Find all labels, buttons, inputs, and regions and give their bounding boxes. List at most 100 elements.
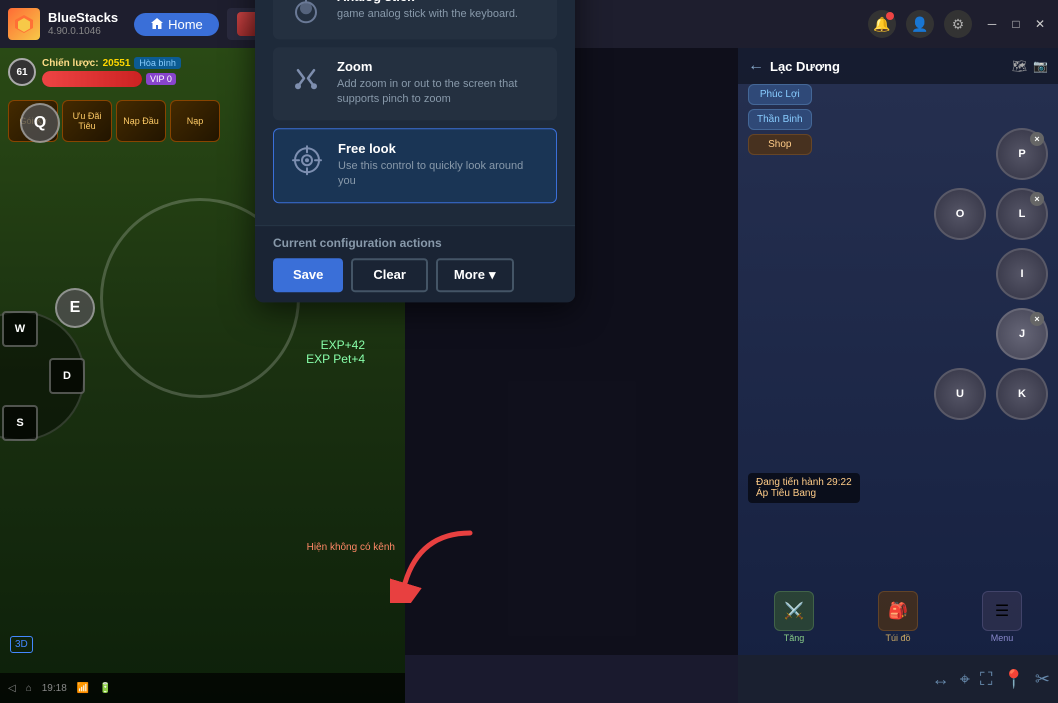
zoom-item[interactable]: Zoom Add zoom in or out to the screen th… — [273, 47, 557, 120]
peace-badge: Hòa bình — [134, 57, 181, 69]
back-arrow-icon[interactable]: ← — [748, 57, 764, 75]
toolbar-move-icon[interactable]: ↔ — [932, 669, 950, 690]
add-touch-controls-section: Add touch controls Click or drag the act… — [255, 0, 575, 225]
app-title: BlueStacks — [48, 10, 118, 26]
home-button[interactable]: Home — [134, 13, 219, 36]
toolbar-pin-icon[interactable]: 📍 — [1002, 669, 1024, 690]
i-button[interactable]: I — [996, 248, 1048, 300]
exp-label: EXP+42 — [306, 338, 365, 352]
minimize-button[interactable]: ─ — [982, 14, 1002, 34]
home-label: Home — [168, 17, 203, 32]
config-actions-label: Current configuration actions — [273, 236, 557, 250]
notification-bar: Đang tiến hành 29:22 Áp Tiêu Bang — [748, 473, 860, 503]
toolbar-fullscreen-icon[interactable]: ⛶ — [980, 669, 993, 690]
o-button[interactable]: O — [934, 188, 986, 240]
chien-luoc-label: Chiến lược: — [42, 58, 99, 69]
exp-area: EXP+42 EXP Pet+4 — [306, 338, 365, 366]
analog-stick-item[interactable]: Analog stick game analog stick with the … — [273, 0, 557, 39]
status-bar-bottom: ◁ ⌂ 19:18 📶 🔋 — [0, 673, 405, 703]
k-button[interactable]: K — [996, 368, 1048, 420]
right-game-panel: ← Lạc Dương 🗺 📷 Phúc Lợi Thần Binh Shop … — [738, 48, 1058, 703]
action-row-3: I — [934, 248, 1048, 300]
more-button[interactable]: More ▾ — [436, 258, 514, 292]
action-row-1: × P — [934, 128, 1048, 180]
skill-nap-dau[interactable]: Nạp Đầu — [116, 100, 166, 142]
analog-stick-desc: game analog stick with the keyboard. — [337, 7, 518, 22]
maximize-button[interactable]: □ — [1006, 14, 1026, 34]
right-top-nav: ← Lạc Dương 🗺 📷 — [738, 48, 1058, 84]
close-button[interactable]: ✕ — [1030, 14, 1050, 34]
free-look-name: Free look — [338, 141, 542, 156]
more-label: More — [454, 267, 485, 282]
location-name: Lạc Dương — [770, 59, 840, 74]
joystick-icon — [287, 0, 325, 27]
right-toolbar: ↔ ⌖ ⛶ 📍 ✂ — [738, 655, 1058, 703]
notification-label: Đang tiến hành 29:22 — [756, 477, 852, 488]
action-row-4: × J — [934, 308, 1048, 360]
analog-stick-name: Analog stick — [337, 0, 518, 4]
right-action-buttons: × P O × L I × J U — [934, 128, 1048, 420]
analog-stick-info: Analog stick game analog stick with the … — [337, 0, 518, 23]
shop-btn[interactable]: Shop — [748, 134, 812, 155]
clear-button[interactable]: Clear — [351, 258, 428, 292]
j-close-icon: × — [1030, 312, 1044, 326]
action-row-5: U K — [934, 368, 1048, 420]
notification-button[interactable]: 🔔 — [868, 10, 896, 38]
tui-do-btn[interactable]: 🎒 Túi đồ — [878, 591, 918, 643]
profile-button[interactable]: 👤 — [906, 10, 934, 38]
zoom-icon — [287, 59, 325, 97]
zoom-desc: Add zoom in or out to the screen that su… — [337, 77, 543, 108]
p-button[interactable]: × P — [996, 128, 1048, 180]
time-label: 19:18 — [42, 683, 67, 694]
exp-pet-label: EXP Pet+4 — [306, 352, 365, 366]
p-close-icon: × — [1030, 132, 1044, 146]
bottom-menu-row: ⚔️ Tăng 🎒 Túi đồ ☰ Menu — [738, 591, 1058, 643]
advanced-controls-dialog: Advanced game controls × Key sequences +… — [255, 0, 575, 302]
menu-btn-right[interactable]: ☰ Menu — [982, 591, 1022, 643]
more-chevron-icon: ▾ — [489, 267, 496, 283]
tang-btn[interactable]: ⚔️ Tăng — [774, 591, 814, 643]
dialog-footer: Current configuration actions Save Clear… — [255, 225, 575, 302]
free-look-info: Free look Use this control to quickly lo… — [338, 141, 542, 190]
phuc-loi-btn[interactable]: Phúc Lợi — [748, 84, 812, 105]
free-look-desc: Use this control to quickly look around … — [338, 159, 542, 190]
hp-bar-container — [42, 71, 142, 87]
settings-button[interactable]: ⚙ — [944, 10, 972, 38]
back-icon[interactable]: ◁ — [8, 683, 16, 694]
toolbar-scissors-icon[interactable]: ✂ — [1035, 669, 1050, 690]
bluestacks-logo — [8, 8, 40, 40]
dpad-down[interactable]: S — [2, 405, 38, 441]
dpad[interactable]: W S A D — [0, 311, 85, 441]
l-button[interactable]: × L — [996, 188, 1048, 240]
save-button[interactable]: Save — [273, 258, 343, 292]
window-controls: ─ □ ✕ — [982, 14, 1050, 34]
zoom-name: Zoom — [337, 59, 543, 74]
l-close-icon: × — [1030, 192, 1044, 206]
action-row-2: O × L — [934, 188, 1048, 240]
top-bar-right: 🔔 👤 ⚙ ─ □ ✕ — [868, 10, 1050, 38]
dpad-up[interactable]: W — [2, 311, 38, 347]
dpad-right[interactable]: D — [49, 358, 85, 394]
camera-icon[interactable]: 📷 — [1033, 59, 1048, 73]
level-badge: 61 — [8, 58, 36, 86]
vip-badge: VIP 0 — [146, 73, 176, 85]
dialog-body: Key sequences + Tap/combo sequences are … — [255, 0, 575, 225]
j-button[interactable]: × J — [996, 308, 1048, 360]
than-binh-btn[interactable]: Thần Binh — [748, 109, 812, 130]
free-look-item[interactable]: Free look Use this control to quickly lo… — [273, 128, 557, 203]
no-channel-label: Hiện không có kênh — [307, 542, 395, 553]
skill-uu-dai[interactable]: Ưu Đãi Tiêu — [62, 100, 112, 142]
map-icon[interactable]: 🗺 — [1012, 59, 1027, 73]
hp-bar — [42, 71, 142, 87]
footer-buttons: Save Clear More ▾ — [273, 258, 557, 292]
right-shop-area: Phúc Lợi Thần Binh Shop — [748, 84, 812, 155]
home-icon[interactable]: ⌂ — [26, 683, 32, 694]
q-button[interactable]: Q — [20, 103, 60, 143]
u-button[interactable]: U — [934, 368, 986, 420]
zoom-info: Zoom Add zoom in or out to the screen th… — [337, 59, 543, 108]
battery-icon: 🔋 — [99, 683, 111, 694]
freelook-icon — [288, 141, 326, 179]
3d-badge: 3D — [10, 636, 33, 653]
skill-nap[interactable]: Nạp — [170, 100, 220, 142]
toolbar-cursor-icon[interactable]: ⌖ — [960, 669, 970, 690]
